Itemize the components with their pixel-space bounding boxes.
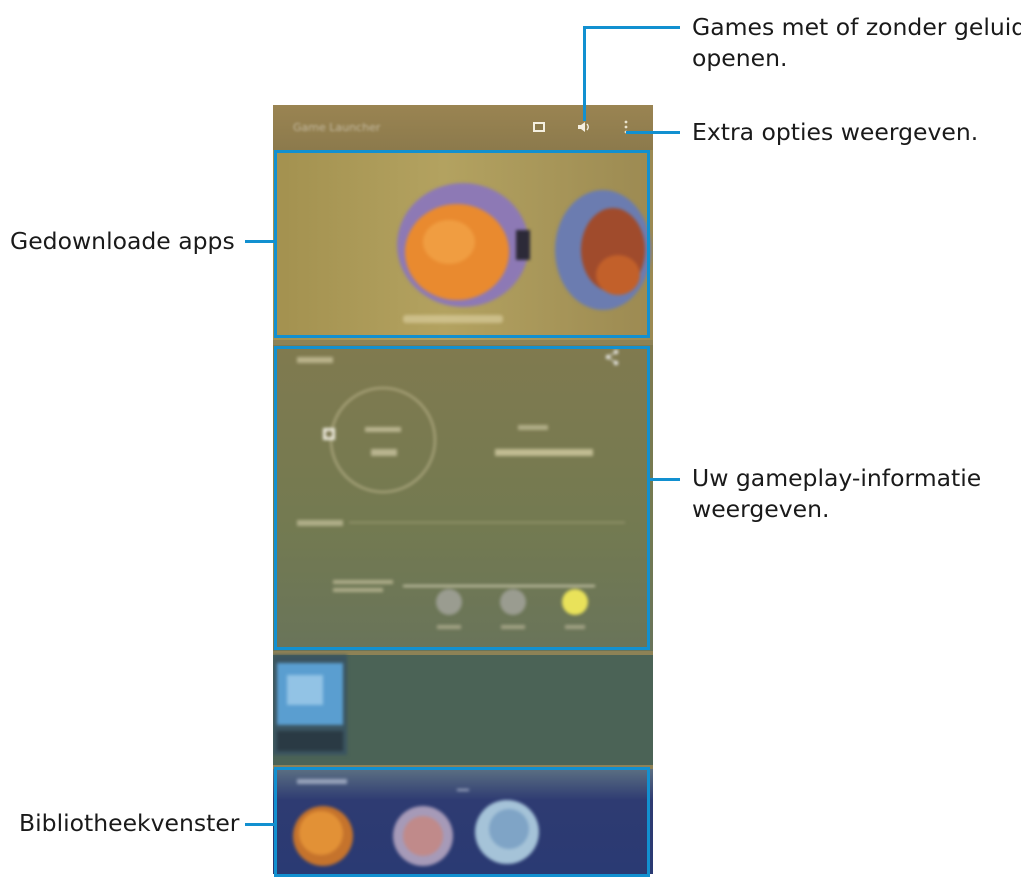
leader-stats <box>650 478 680 481</box>
leader-sound-vertical <box>583 27 586 121</box>
callout-library: Bibliotheekvenster <box>19 808 239 839</box>
leader-games <box>245 240 275 243</box>
highlight-games <box>274 150 650 338</box>
callout-games-line1: Gedownloade apps <box>10 227 235 255</box>
recent-game-art <box>273 655 347 755</box>
callout-library-line1: Bibliotheekvenster <box>19 809 240 837</box>
app-bar: Game Launcher <box>273 105 653 150</box>
highlight-library <box>274 767 650 877</box>
callout-stats: Uw gameplay-informatie weergeven. <box>692 463 981 525</box>
callout-stats-line1: Uw gameplay-informatie <box>692 464 982 492</box>
sound-icon[interactable] <box>576 119 592 135</box>
callout-stats-line2: weergeven. <box>692 495 830 523</box>
highlight-stats <box>274 346 650 650</box>
leader-library <box>245 823 275 826</box>
leader-options <box>626 131 680 134</box>
callout-sound-line1: Games met of zonder geluid <box>692 13 1021 41</box>
callout-options: Extra opties weergeven. <box>692 117 978 148</box>
callout-sound-line2: openen. <box>692 44 788 72</box>
recent-game-section <box>273 655 653 765</box>
leader-sound-horizontal <box>583 26 680 29</box>
screen-icon[interactable] <box>531 119 547 135</box>
callout-sound: Games met of zonder geluid openen. <box>692 12 1021 74</box>
callout-games: Gedownloade apps <box>10 226 235 257</box>
callout-options-line1: Extra opties weergeven. <box>692 118 979 146</box>
app-title: Game Launcher <box>293 121 381 134</box>
